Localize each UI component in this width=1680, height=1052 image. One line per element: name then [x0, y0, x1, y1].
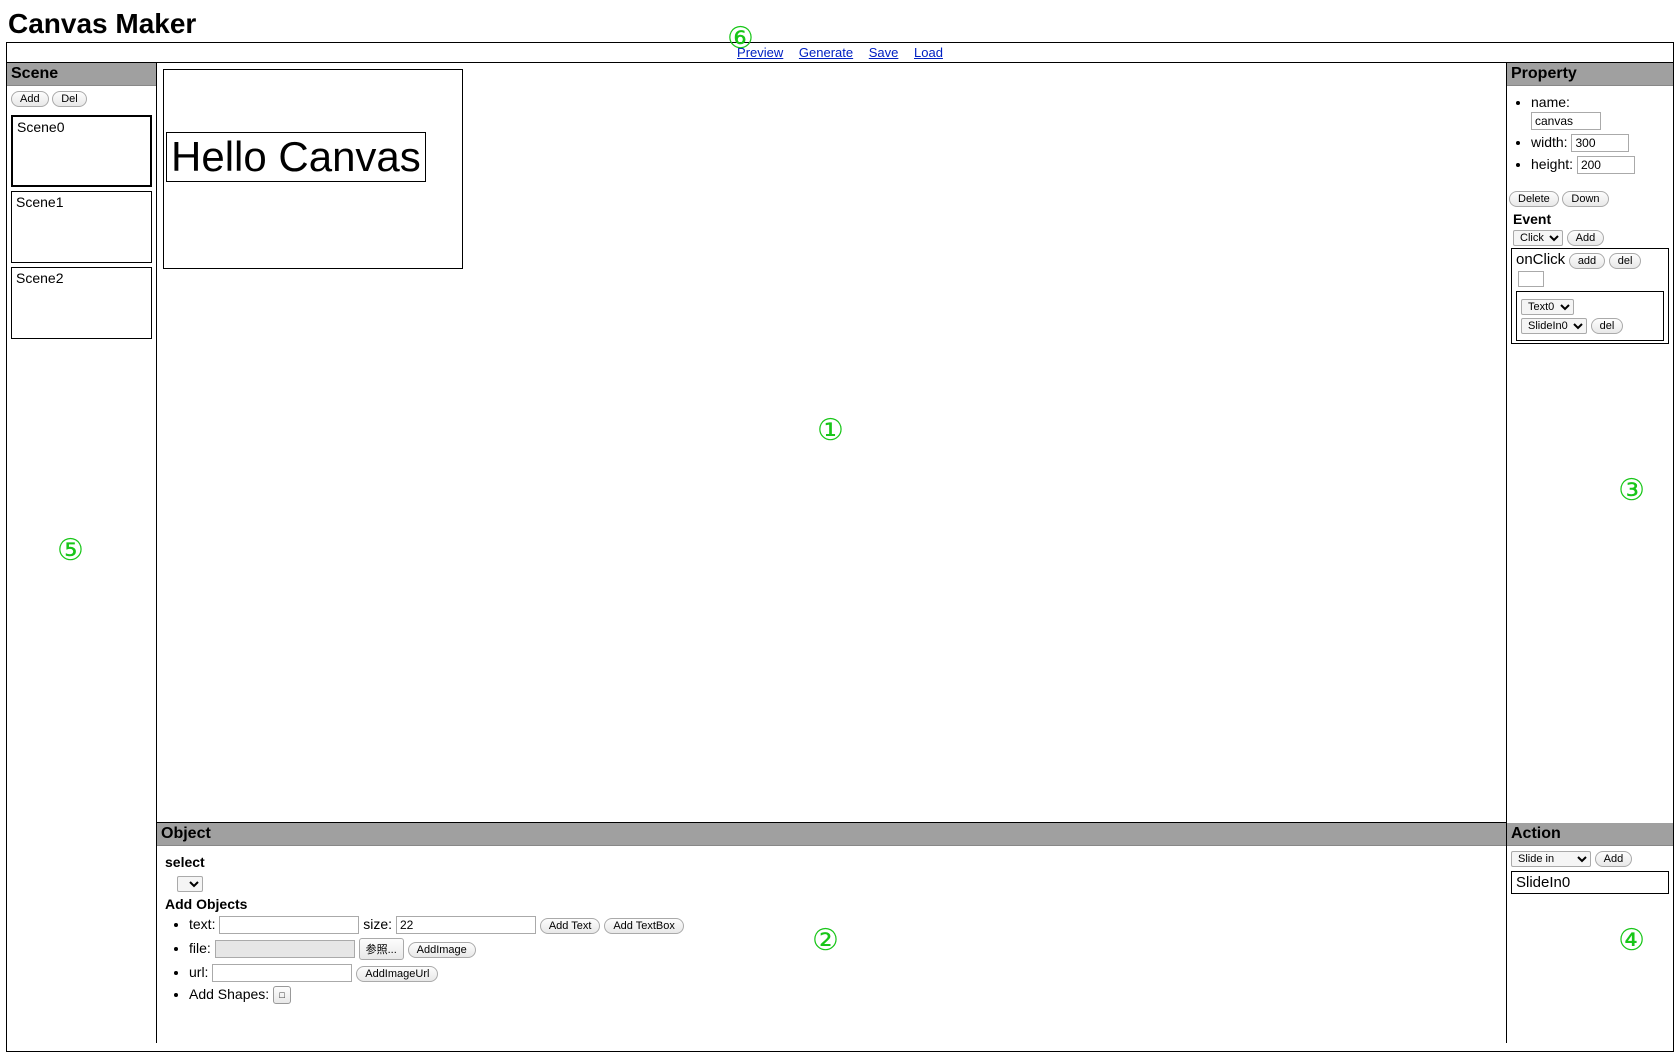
- shapes-label: Add Shapes:: [189, 986, 269, 1002]
- app-title: Canvas Maker: [8, 8, 1674, 40]
- object-header: Object: [157, 823, 1506, 846]
- url-input[interactable]: [212, 964, 352, 982]
- text-label: text:: [189, 916, 215, 932]
- name-label: name:: [1531, 94, 1570, 110]
- hello-text[interactable]: Hello Canvas: [166, 132, 426, 182]
- action-panel: Action Slide in Add SlideIn0 ④: [1507, 823, 1673, 1043]
- text-input[interactable]: [219, 916, 359, 934]
- scene-header: Scene: [7, 63, 156, 86]
- browse-button[interactable]: 参照...: [359, 938, 404, 960]
- marker-5: ⑤: [57, 533, 84, 568]
- preview-link[interactable]: Preview: [737, 45, 783, 60]
- object-panel: Object select Add Objects text: size: Ad…: [157, 823, 1507, 1043]
- height-label: height:: [1531, 156, 1573, 172]
- action-row-del-button[interactable]: del: [1591, 318, 1624, 334]
- width-label: width:: [1531, 134, 1568, 150]
- onclick-add-button[interactable]: add: [1569, 253, 1605, 269]
- load-link[interactable]: Load: [914, 45, 943, 60]
- event-box: onClick add del Text0 SlideIn0 del: [1511, 248, 1669, 344]
- scene-card-1[interactable]: Scene1: [11, 191, 152, 263]
- add-objects-header: Add Objects: [165, 896, 1498, 912]
- action-header: Action: [1507, 823, 1673, 846]
- width-input[interactable]: [1571, 134, 1629, 152]
- property-header: Property: [1507, 63, 1673, 86]
- save-link[interactable]: Save: [869, 45, 899, 60]
- url-label: url:: [189, 964, 208, 980]
- onclick-mini-input[interactable]: [1518, 271, 1544, 287]
- object-select[interactable]: [177, 876, 203, 892]
- scene-card-0[interactable]: Scene0: [11, 115, 152, 187]
- canvas-panel: Hello Canvas ①: [157, 63, 1507, 823]
- main-toolbar: Preview Generate Save Load ⑥: [7, 43, 1673, 63]
- scene-card-2[interactable]: Scene2: [11, 267, 152, 339]
- scene-add-button[interactable]: Add: [11, 91, 49, 107]
- marker-3: ③: [1618, 473, 1645, 508]
- action-item-0[interactable]: SlideIn0: [1511, 871, 1669, 894]
- add-text-button[interactable]: Add Text: [540, 918, 601, 934]
- add-image-url-button[interactable]: AddImageUrl: [356, 966, 438, 982]
- size-label: size:: [363, 916, 392, 932]
- onclick-label: onClick: [1516, 251, 1565, 268]
- action-add-button[interactable]: Add: [1595, 851, 1633, 867]
- marker-4: ④: [1618, 923, 1645, 958]
- event-type-select[interactable]: Click: [1513, 230, 1563, 246]
- generate-link[interactable]: Generate: [799, 45, 853, 60]
- add-image-button[interactable]: AddImage: [408, 942, 476, 958]
- add-textbox-button[interactable]: Add TextBox: [604, 918, 684, 934]
- scene-del-button[interactable]: Del: [52, 91, 87, 107]
- file-path-display: [215, 940, 355, 958]
- name-input[interactable]: [1531, 112, 1601, 130]
- event-add-button[interactable]: Add: [1567, 230, 1605, 246]
- action-select[interactable]: SlideIn0: [1521, 318, 1587, 334]
- property-panel: Property name: width: height:: [1507, 63, 1673, 823]
- add-rect-shape-button[interactable]: □: [273, 986, 291, 1004]
- action-type-select[interactable]: Slide in: [1511, 851, 1591, 867]
- canvas-scroll[interactable]: Hello Canvas: [157, 63, 1506, 822]
- file-label: file:: [189, 940, 211, 956]
- size-input[interactable]: [396, 916, 536, 934]
- delete-button[interactable]: Delete: [1509, 191, 1559, 207]
- height-input[interactable]: [1577, 156, 1635, 174]
- event-header: Event: [1513, 211, 1667, 227]
- target-select[interactable]: Text0: [1521, 299, 1574, 315]
- scene-panel: Scene Add Del Scene0 Scene1 Scene2 ⑤: [7, 63, 157, 1043]
- select-label: select: [165, 854, 1498, 870]
- canvas-object[interactable]: Hello Canvas: [163, 69, 463, 269]
- onclick-del-button[interactable]: del: [1609, 253, 1642, 269]
- down-button[interactable]: Down: [1562, 191, 1608, 207]
